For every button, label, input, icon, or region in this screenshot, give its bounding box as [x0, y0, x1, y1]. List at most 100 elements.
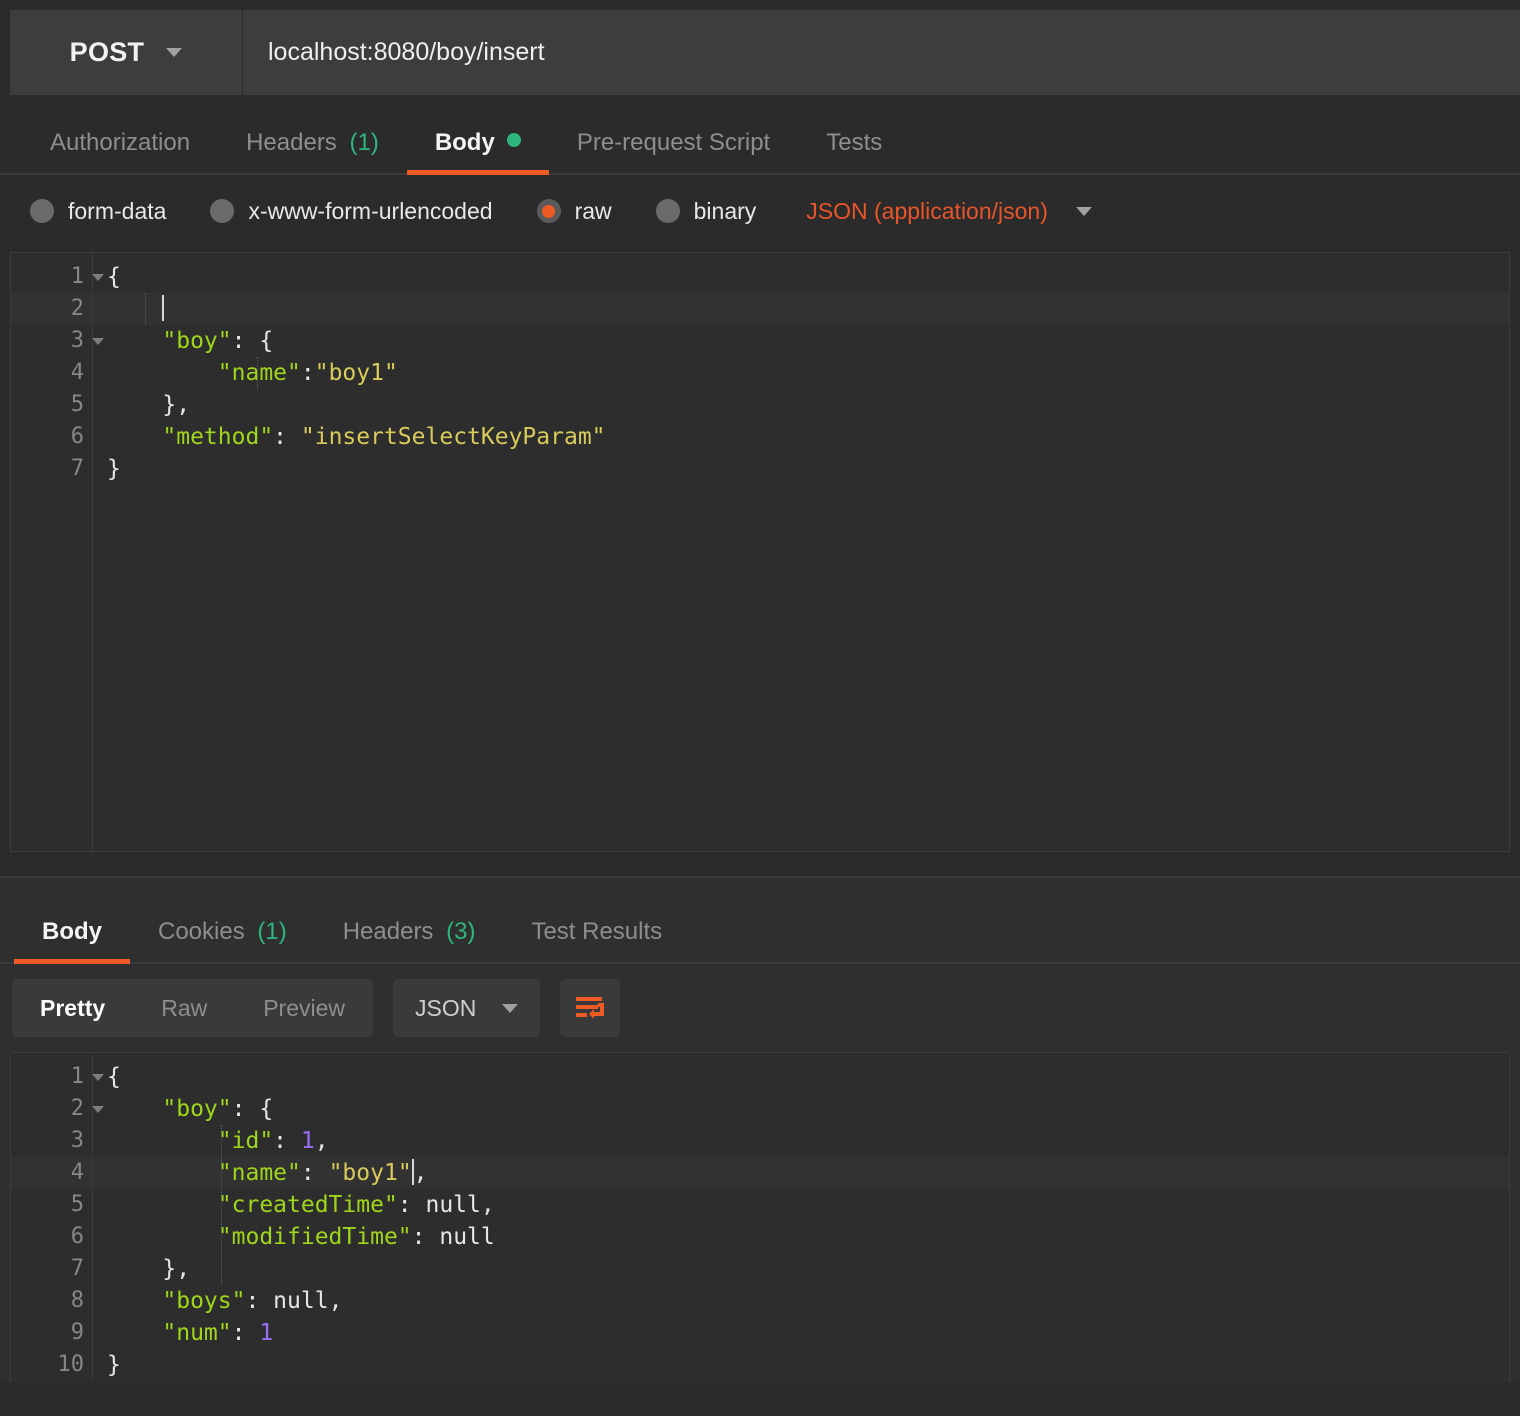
body-type-label: raw	[574, 197, 612, 224]
code-line: }	[93, 453, 1509, 485]
code-line: "boy": {	[93, 1093, 1509, 1125]
line-number: 5	[11, 389, 92, 421]
body-present-indicator-icon	[506, 133, 521, 147]
line-number: 7	[11, 1253, 92, 1285]
code-token: : null	[411, 1224, 495, 1250]
tab-label: Headers	[342, 918, 434, 945]
request-tab-authorization[interactable]: Authorization	[22, 129, 218, 173]
word-wrap-button[interactable]	[560, 979, 621, 1037]
line-number: 4	[11, 1157, 92, 1189]
response-tab-cookies[interactable]: Cookies (1)	[130, 918, 315, 962]
line-number-value: 7	[70, 456, 84, 481]
request-editor-code[interactable]: { "boy": { "name":"boy1" }, "method": "i…	[93, 253, 1509, 851]
request-tab-tests[interactable]: Tests	[798, 129, 910, 173]
tab-label: Headers	[246, 129, 337, 156]
tab-label: Pre-request Script	[576, 129, 771, 156]
tab-label: Body	[434, 129, 495, 156]
code-token: "boy1"	[314, 360, 398, 386]
word-wrap-icon	[576, 997, 605, 1019]
code-token: ,	[314, 1128, 329, 1154]
view-mode-pretty[interactable]: Pretty	[12, 979, 133, 1037]
view-mode-preview[interactable]: Preview	[235, 979, 373, 1037]
tab-count-badge: (3)	[439, 918, 476, 945]
url-text: localhost:8080/boy/insert	[268, 38, 545, 66]
line-number-value: 3	[70, 1128, 84, 1153]
line-number: 4	[11, 357, 92, 389]
code-token: {	[107, 264, 121, 290]
code-token: "method"	[162, 424, 274, 450]
code-token: "name"	[217, 1160, 301, 1186]
code-line: "boy": {	[93, 325, 1509, 357]
line-number: 6	[11, 1221, 92, 1253]
response-tab-headers[interactable]: Headers (3)	[315, 918, 504, 962]
code-token: : {	[231, 1096, 274, 1122]
line-number-value: 3	[70, 328, 84, 353]
radio-button-icon[interactable]	[655, 199, 680, 223]
line-number-value: 2	[70, 296, 84, 321]
response-tab-body[interactable]: Body	[14, 918, 130, 964]
code-token: : null,	[397, 1192, 495, 1218]
code-line: {	[93, 1061, 1509, 1093]
body-type-x-www-form-urlencoded[interactable]: x-www-form-urlencoded	[210, 198, 493, 225]
response-editor-code[interactable]: { "boy": { "id": 1, "name": "boy1", "cre…	[93, 1053, 1509, 1382]
code-token: :	[273, 1128, 301, 1154]
radio-button-icon[interactable]	[30, 199, 54, 223]
code-line: "name": "boy1",	[93, 1157, 1509, 1189]
code-line: "createdTime": null,	[93, 1189, 1509, 1221]
body-type-binary[interactable]: binary	[655, 198, 756, 225]
code-line: "id": 1,	[93, 1125, 1509, 1157]
request-editor-gutter: 1 2 3 4 5 6 7	[11, 253, 104, 851]
code-token: "num"	[162, 1320, 232, 1346]
http-method-selector[interactable]: POST	[10, 10, 243, 95]
code-token: 1	[259, 1320, 274, 1346]
body-type-form-data[interactable]: form-data	[30, 198, 166, 225]
line-number-value: 6	[70, 424, 84, 449]
request-tabs: Authorization Headers (1) Body Pre-request …	[0, 95, 1520, 175]
request-body-editor[interactable]: 1234567 { "boy": { "name":"boy1" }, "met…	[10, 252, 1510, 852]
panel-divider[interactable]	[0, 852, 1520, 878]
line-number: 2	[11, 1093, 104, 1125]
content-type-selector[interactable]: JSON (application/json)	[806, 198, 1092, 225]
content-type-label: JSON (application/json)	[806, 197, 1048, 224]
line-number-value: 2	[70, 1096, 84, 1121]
code-token: }	[107, 1352, 121, 1378]
line-number: 9	[11, 1317, 92, 1349]
response-tab-test-results[interactable]: Test Results	[503, 918, 690, 962]
code-token: ,	[413, 1160, 428, 1186]
code-line: "name":"boy1"	[93, 357, 1509, 389]
code-token: "insertSelectKeyParam"	[300, 424, 606, 450]
radio-button-icon[interactable]	[210, 199, 235, 223]
request-tab-pre-request-script[interactable]: Pre-request Script	[549, 129, 798, 173]
code-token: },	[107, 392, 191, 418]
view-mode-raw[interactable]: Raw	[133, 979, 235, 1037]
response-panel: Body Cookies (1) Headers (3) Test Results P…	[0, 878, 1520, 1382]
tab-count-badge: (1)	[250, 918, 287, 945]
line-number-value: 4	[70, 360, 84, 385]
body-type-label: form-data	[68, 197, 167, 224]
code-token: {	[107, 1064, 121, 1090]
tab-label: Tests	[826, 129, 883, 156]
response-format-selector[interactable]: JSON	[393, 979, 541, 1037]
response-editor-gutter: 1 2 3 4 5 6 7 8 9 10	[11, 1053, 104, 1382]
url-input[interactable]: localhost:8080/boy/insert	[243, 10, 1520, 95]
code-token: 1	[300, 1128, 315, 1154]
response-body-editor[interactable]: 1 2 3 4 5 6 7 8 9 10 { "boy": { "id": 1, "name": …	[10, 1052, 1510, 1382]
request-tab-headers[interactable]: Headers (1)	[218, 129, 407, 173]
radio-button-icon[interactable]	[536, 199, 561, 223]
request-tab-body[interactable]: Body	[406, 129, 549, 175]
line-number-value: 8	[70, 1288, 84, 1313]
code-line: "boys": null,	[93, 1285, 1509, 1317]
code-token: "boy"	[162, 1096, 232, 1122]
line-number-value: 9	[70, 1320, 84, 1345]
tab-count-badge: (1)	[342, 129, 379, 156]
code-token: "boy1"	[328, 1160, 412, 1186]
tab-label: Test Results	[531, 918, 663, 945]
body-type-raw[interactable]: raw	[536, 197, 612, 225]
